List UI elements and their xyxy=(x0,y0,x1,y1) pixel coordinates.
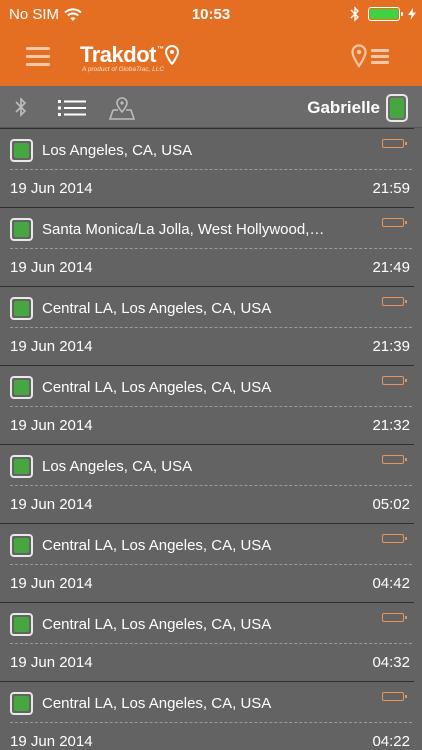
dashed-separator xyxy=(10,248,412,249)
row-divider xyxy=(0,365,414,366)
row-divider xyxy=(0,207,414,208)
dashed-separator xyxy=(10,564,412,565)
trip-list[interactable]: Los Angeles, CA, USA 19 Jun 2014 21:59 S… xyxy=(0,128,422,750)
trip-checkbox[interactable] xyxy=(10,534,33,557)
trip-time: 04:42 xyxy=(372,575,410,592)
list-icon[interactable] xyxy=(58,99,86,117)
trip-time: 04:32 xyxy=(372,654,410,671)
toolbar: Gabrielle xyxy=(0,86,422,128)
trip-date: 19 Jun 2014 xyxy=(10,496,93,513)
charging-bolt-icon xyxy=(408,8,416,20)
trip-checkbox[interactable] xyxy=(10,297,33,320)
status-right xyxy=(350,6,416,22)
bluetooth-icon xyxy=(350,6,359,22)
row-divider xyxy=(0,128,414,129)
dashed-separator xyxy=(10,722,412,723)
row-divider xyxy=(0,681,414,682)
app-header: Trakdot ™ A product of GlobaTrac, LLC xyxy=(0,30,422,86)
battery-icon xyxy=(382,297,407,306)
trip-time: 21:39 xyxy=(372,338,410,355)
row-divider xyxy=(0,444,414,445)
trip-row[interactable]: Central LA, Los Angeles, CA, USA 19 Jun … xyxy=(0,523,422,602)
row-divider xyxy=(0,523,414,524)
trip-location: Central LA, Los Angeles, CA, USA xyxy=(42,537,272,554)
trip-checkbox[interactable] xyxy=(10,692,33,715)
trip-location: Central LA, Los Angeles, CA, USA xyxy=(42,616,272,633)
dashed-separator xyxy=(10,485,412,486)
trip-row[interactable]: Los Angeles, CA, USA 19 Jun 2014 05:02 xyxy=(0,444,422,523)
battery-icon xyxy=(382,218,407,227)
battery-icon xyxy=(382,692,407,701)
trip-location: Central LA, Los Angeles, CA, USA xyxy=(42,379,272,396)
trip-date: 19 Jun 2014 xyxy=(10,575,93,592)
trip-date: 19 Jun 2014 xyxy=(10,259,93,276)
trip-location: Central LA, Los Angeles, CA, USA xyxy=(42,695,272,712)
trip-time: 04:22 xyxy=(372,733,410,750)
trip-date: 19 Jun 2014 xyxy=(10,417,93,434)
trip-location: Los Angeles, CA, USA xyxy=(42,142,193,159)
trip-location: Santa Monica/La Jolla, West Hollywood,… xyxy=(42,221,325,238)
trip-row[interactable]: Santa Monica/La Jolla, West Hollywood,… … xyxy=(0,207,422,286)
trip-date: 19 Jun 2014 xyxy=(10,654,93,671)
battery-icon xyxy=(382,613,407,622)
trip-checkbox[interactable] xyxy=(10,376,33,399)
trip-row[interactable]: Central LA, Los Angeles, CA, USA 19 Jun … xyxy=(0,602,422,681)
trip-checkbox[interactable] xyxy=(10,139,33,162)
user-select-toggle[interactable] xyxy=(386,94,408,122)
trakdot-logo: Trakdot ™ A product of GlobaTrac, LLC xyxy=(80,42,180,73)
dashed-separator xyxy=(10,643,412,644)
location-list-button[interactable] xyxy=(351,44,389,68)
brand-tagline: A product of GlobaTrac, LLC xyxy=(82,66,165,73)
trip-checkbox[interactable] xyxy=(10,218,33,241)
location-pin-icon xyxy=(165,45,180,65)
list-lines-icon xyxy=(371,46,389,67)
location-pin-icon xyxy=(351,44,367,68)
row-divider xyxy=(0,602,414,603)
trip-row[interactable]: Central LA, Los Angeles, CA, USA 19 Jun … xyxy=(0,365,422,444)
menu-button[interactable] xyxy=(26,47,50,67)
dashed-separator xyxy=(10,169,412,170)
brand-name: Trakdot xyxy=(80,42,156,67)
bluetooth-icon[interactable] xyxy=(14,96,28,118)
trip-location: Central LA, Los Angeles, CA, USA xyxy=(42,300,272,317)
trip-time: 21:49 xyxy=(372,259,410,276)
battery-icon xyxy=(368,7,403,21)
hamburger-menu-icon xyxy=(26,47,50,50)
trip-checkbox[interactable] xyxy=(10,455,33,478)
battery-icon xyxy=(382,455,407,464)
trip-checkbox[interactable] xyxy=(10,613,33,636)
map-pin-icon[interactable] xyxy=(109,96,135,120)
trip-time: 21:32 xyxy=(372,417,410,434)
trip-row[interactable]: Central LA, Los Angeles, CA, USA 19 Jun … xyxy=(0,286,422,365)
trip-date: 19 Jun 2014 xyxy=(10,733,93,750)
user-name[interactable]: Gabrielle xyxy=(307,98,380,118)
trip-time: 21:59 xyxy=(372,180,410,197)
trip-row[interactable]: Los Angeles, CA, USA 19 Jun 2014 21:59 xyxy=(0,128,422,207)
dashed-separator xyxy=(10,327,412,328)
dashed-separator xyxy=(10,406,412,407)
trip-row[interactable]: Central LA, Los Angeles, CA, USA 19 Jun … xyxy=(0,681,422,750)
battery-icon xyxy=(382,534,407,543)
trademark: ™ xyxy=(156,45,164,53)
trip-location: Los Angeles, CA, USA xyxy=(42,458,193,475)
trip-time: 05:02 xyxy=(372,496,410,513)
trip-date: 19 Jun 2014 xyxy=(10,338,93,355)
battery-icon xyxy=(382,376,407,385)
status-bar: No SIM 10:53 xyxy=(0,0,422,30)
row-divider xyxy=(0,286,414,287)
battery-icon xyxy=(382,139,407,148)
trip-date: 19 Jun 2014 xyxy=(10,180,93,197)
